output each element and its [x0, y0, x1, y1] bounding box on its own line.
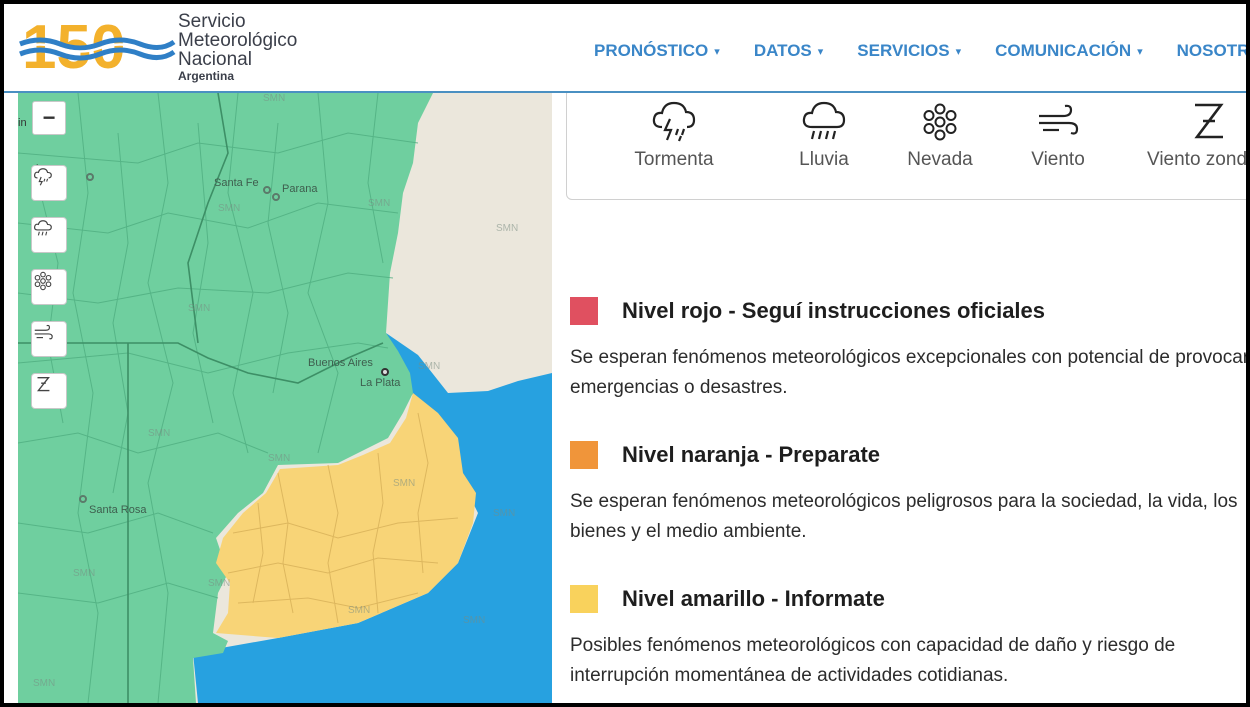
filter-rain-button[interactable]	[31, 217, 67, 253]
city-label-santa-rosa: Santa Rosa	[89, 504, 147, 516]
smn-watermark: SMN	[208, 578, 231, 589]
nav-datos[interactable]: DATOS ▾	[754, 41, 823, 61]
smn-watermark: SMN	[263, 93, 286, 104]
snow-icon	[923, 103, 957, 141]
smn-watermark: SMN	[148, 428, 171, 439]
phenomenon-label: Nevada	[907, 149, 973, 170]
smn-watermark: SMN	[393, 478, 416, 489]
alert-map[interactable]: SMN SMN SMN SMN SMN SMN SMN SMN SMN SMN …	[18, 93, 552, 703]
nav-label: DATOS	[753, 41, 812, 60]
smn-watermark: SMN	[418, 361, 441, 372]
level-description: Se esperan fenómenos meteorológicos peli…	[570, 491, 1238, 542]
level-description: Posibles fenómenos meteorológicos con ca…	[570, 635, 1176, 686]
smn-watermark: SMN	[348, 605, 371, 616]
nav-servicios[interactable]: SERVICIOS ▾	[857, 41, 961, 61]
org-name-line2: Meteorológico	[178, 30, 298, 51]
caret-down-icon: ▾	[817, 45, 824, 58]
zonda-icon	[1194, 103, 1224, 139]
smn-watermark: SMN	[368, 198, 391, 209]
level-title: Nivel naranja - Preparate	[622, 442, 881, 467]
city-marker[interactable]	[263, 186, 271, 194]
orange-level-swatch	[570, 441, 598, 469]
phenomenon-viento-zonda[interactable]: Viento zonda	[1147, 99, 1246, 171]
smn-watermark: SMN	[268, 453, 291, 464]
nav-label: NOSOTROS	[1176, 41, 1246, 60]
level-title: Nivel rojo - Seguí instrucciones oficial…	[622, 298, 1046, 323]
storm-icon	[33, 168, 52, 186]
browser-frame: 150 Servicio Meteorológico Nacional Arge…	[4, 4, 1246, 703]
nav-label: SERVICIOS	[857, 41, 950, 60]
phenomenon-label: Viento zonda	[1147, 149, 1246, 170]
smn-watermark: SMN	[188, 303, 211, 314]
filter-zonda-button[interactable]	[31, 373, 67, 409]
rain-icon	[802, 101, 846, 140]
city-marker[interactable]	[381, 368, 389, 376]
nav-pronostico[interactable]: PRONÓSTICO ▾	[594, 41, 720, 61]
phenomenon-lluvia[interactable]: Lluvia	[779, 99, 869, 171]
site-header: 150 Servicio Meteorológico Nacional Arge…	[4, 4, 1246, 93]
smn-150-logo[interactable]: 150	[18, 10, 178, 80]
zoom-out-button[interactable]: −	[32, 101, 66, 135]
main-nav: PRONÓSTICO ▾ DATOS ▾ SERVICIOS ▾ COMUNICACI…	[594, 41, 1246, 61]
phenomena-card: Tormenta Lluvia Nevada Viento Viento zon…	[566, 88, 1246, 200]
nav-label: COMUNICACIÓN	[995, 41, 1132, 60]
smn-watermark: SMN	[463, 615, 486, 626]
smn-watermark: SMN	[218, 203, 241, 214]
nav-comunicacion[interactable]: COMUNICACIÓN ▾	[995, 41, 1143, 61]
level-description: Se esperan fenómenos meteorológicos exce…	[570, 347, 1246, 398]
city-label-parana: Parana	[282, 183, 318, 195]
alert-legend-panel: Tormenta Lluvia Nevada Viento Viento zon…	[552, 88, 1246, 703]
phenomenon-label: Tormenta	[634, 149, 714, 170]
caret-down-icon: ▾	[714, 45, 720, 58]
nav-label: PRONÓSTICO	[594, 41, 709, 60]
org-name-country: Argentina	[178, 69, 235, 83]
wind-icon	[34, 324, 53, 340]
org-name-line3: Nacional	[178, 49, 252, 70]
caret-down-icon: ▾	[955, 45, 962, 58]
phenomenon-label: Lluvia	[799, 149, 849, 170]
city-label-buenos-aires: Buenos Aires	[308, 357, 373, 369]
wind-icon	[1039, 104, 1079, 135]
city-marker[interactable]	[86, 173, 94, 181]
red-level-swatch	[570, 297, 598, 325]
map-partial-label: in	[18, 117, 27, 129]
snow-icon	[34, 271, 52, 291]
phenomenon-nevada[interactable]: Nevada	[893, 99, 987, 171]
caret-down-icon: ▾	[1137, 45, 1143, 58]
rain-icon	[33, 220, 52, 236]
phenomenon-viento[interactable]: Viento	[1013, 99, 1103, 171]
filter-storm-button[interactable]	[31, 165, 67, 201]
org-name-line1: Servicio	[178, 11, 246, 32]
filter-snow-button[interactable]	[31, 269, 67, 305]
yellow-level-swatch	[570, 585, 598, 613]
smn-watermark: SMN	[33, 678, 56, 689]
smn-watermark: SMN	[496, 223, 519, 234]
city-marker[interactable]	[79, 495, 87, 503]
smn-watermark: SMN	[493, 508, 516, 519]
city-label-la-plata: La Plata	[360, 377, 401, 389]
city-label-santa-fe: Santa Fe	[214, 177, 259, 189]
smn-watermark: SMN	[73, 568, 96, 579]
zonda-icon	[37, 376, 50, 392]
city-marker[interactable]	[272, 193, 280, 201]
zoom-out-icon: −	[42, 105, 56, 130]
phenomenon-label: Viento	[1031, 149, 1085, 170]
storm-icon	[652, 101, 696, 142]
filter-wind-button[interactable]	[31, 321, 67, 357]
phenomenon-tormenta[interactable]: Tormenta	[615, 99, 733, 171]
level-title: Nivel amarillo - Informate	[622, 586, 885, 611]
nav-nosotros[interactable]: NOSOTROS	[1177, 41, 1246, 61]
org-name[interactable]: Servicio Meteorológico Nacional Argentin…	[178, 12, 297, 83]
